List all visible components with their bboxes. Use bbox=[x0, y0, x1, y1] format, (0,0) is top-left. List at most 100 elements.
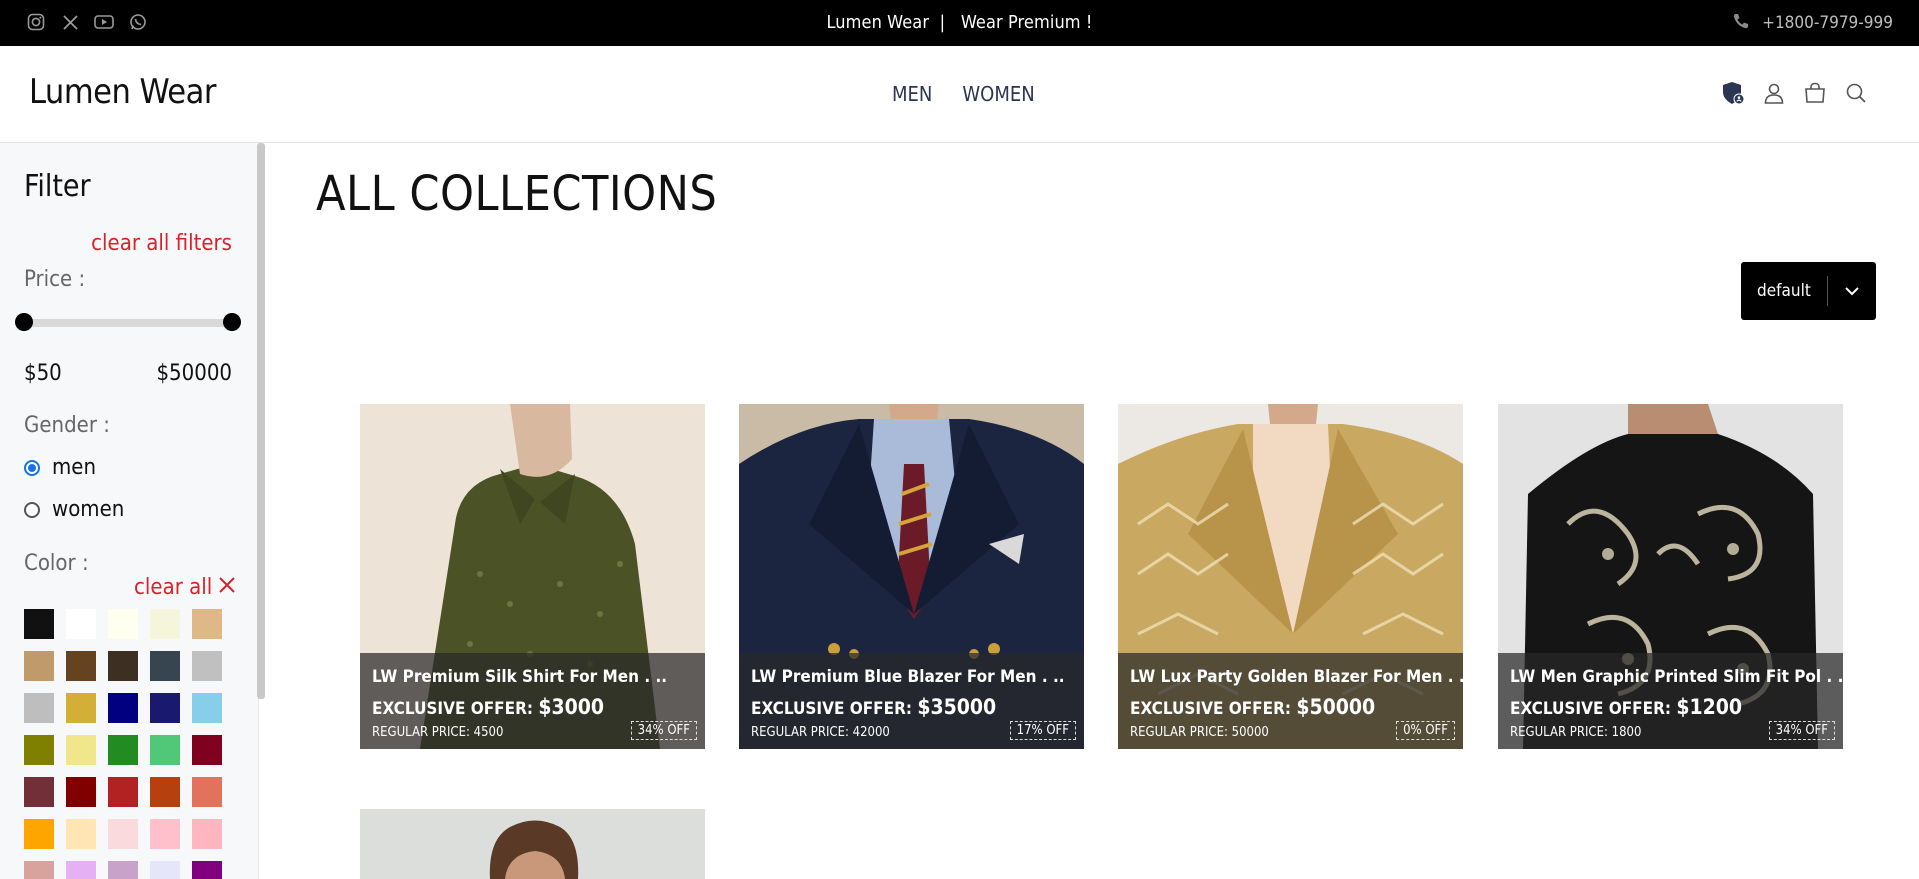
radio-men[interactable] bbox=[24, 459, 40, 476]
gender-men-label: men bbox=[52, 455, 97, 480]
product-name: LW Premium Silk Shirt For Men . .. bbox=[372, 667, 668, 687]
user-icon[interactable] bbox=[1761, 80, 1787, 106]
color-swatch[interactable] bbox=[108, 735, 138, 765]
color-swatch[interactable] bbox=[150, 735, 180, 765]
product-name: LW Premium Blue Blazer For Men . .. bbox=[751, 667, 1065, 687]
gender-label: Gender : bbox=[24, 413, 110, 438]
site-header: Lumen Wear MEN WOMEN bbox=[0, 46, 1919, 143]
color-swatch[interactable] bbox=[66, 735, 96, 765]
color-swatch[interactable] bbox=[108, 651, 138, 681]
color-swatch[interactable] bbox=[24, 735, 54, 765]
nav-men[interactable]: MEN bbox=[892, 82, 932, 106]
regular-price: REGULAR PRICE: 4500 bbox=[372, 725, 504, 740]
color-swatch[interactable] bbox=[108, 861, 138, 879]
filter-sidebar: Filter clear all filters Price : $50 $50… bbox=[0, 143, 259, 879]
color-swatch[interactable] bbox=[66, 651, 96, 681]
regular-price: REGULAR PRICE: 42000 bbox=[751, 725, 890, 740]
main-nav: MEN WOMEN bbox=[892, 82, 1035, 106]
color-swatch[interactable] bbox=[24, 609, 54, 639]
regular-price: REGULAR PRICE: 50000 bbox=[1130, 725, 1269, 740]
color-swatch[interactable] bbox=[150, 777, 180, 807]
page-title: ALL COLLECTIONS bbox=[316, 166, 718, 222]
price-min-handle[interactable] bbox=[15, 313, 33, 331]
color-swatch[interactable] bbox=[192, 819, 222, 849]
product-info: LW Men Graphic Printed Slim Fit Pol . ..… bbox=[1498, 653, 1843, 749]
product-offer: EXCLUSIVE OFFER: $50000 bbox=[1130, 695, 1376, 719]
product-name: LW Lux Party Golden Blazer For Men . .. bbox=[1130, 667, 1463, 687]
offer-price: $35000 bbox=[917, 695, 997, 719]
color-swatch[interactable] bbox=[66, 693, 96, 723]
color-swatch[interactable] bbox=[66, 819, 96, 849]
product-offer: EXCLUSIVE OFFER: $3000 bbox=[372, 695, 605, 719]
product-offer: EXCLUSIVE OFFER: $1200 bbox=[1510, 695, 1743, 719]
phone-contact[interactable]: +1800-7979-999 bbox=[1732, 0, 1893, 46]
offer-price: $50000 bbox=[1296, 695, 1376, 719]
shield-user-icon[interactable] bbox=[1720, 80, 1746, 106]
color-swatch[interactable] bbox=[150, 861, 180, 879]
regular-price: REGULAR PRICE: 1800 bbox=[1510, 725, 1642, 740]
color-label: Color : bbox=[24, 551, 89, 576]
gender-women-label: women bbox=[52, 497, 125, 522]
clear-all-filters-link[interactable]: clear all filters bbox=[91, 231, 232, 256]
color-swatch[interactable] bbox=[192, 693, 222, 723]
color-swatch[interactable] bbox=[108, 609, 138, 639]
chevron-down-icon bbox=[1828, 286, 1876, 296]
phone-number: +1800-7979-999 bbox=[1762, 13, 1893, 33]
price-slider-track[interactable] bbox=[24, 319, 232, 327]
search-icon[interactable] bbox=[1843, 80, 1869, 106]
color-swatch[interactable] bbox=[192, 609, 222, 639]
sort-value: default bbox=[1757, 281, 1811, 301]
offer-price: $3000 bbox=[538, 695, 605, 719]
discount-badge: 0% OFF bbox=[1396, 721, 1455, 740]
color-swatch[interactable] bbox=[24, 651, 54, 681]
color-swatches bbox=[24, 609, 222, 879]
filter-title: Filter bbox=[24, 169, 91, 204]
color-swatch[interactable] bbox=[24, 777, 54, 807]
color-swatch[interactable] bbox=[108, 819, 138, 849]
color-swatch[interactable] bbox=[24, 693, 54, 723]
bag-icon[interactable] bbox=[1802, 80, 1828, 106]
nav-women[interactable]: WOMEN bbox=[962, 82, 1034, 106]
discount-badge: 34% OFF bbox=[630, 721, 697, 740]
product-card[interactable]: LW Premium Blue Blazer For Men . .. EXCL… bbox=[739, 404, 1084, 749]
close-icon bbox=[218, 575, 236, 600]
clear-color-link[interactable]: clear all bbox=[134, 575, 236, 600]
product-info: LW Premium Blue Blazer For Men . .. EXCL… bbox=[739, 653, 1084, 749]
color-swatch[interactable] bbox=[192, 651, 222, 681]
color-swatch[interactable] bbox=[150, 819, 180, 849]
color-swatch[interactable] bbox=[150, 609, 180, 639]
brand-logo[interactable]: Lumen Wear bbox=[29, 72, 216, 112]
sidebar-scrollbar[interactable] bbox=[257, 143, 265, 699]
product-offer: EXCLUSIVE OFFER: $35000 bbox=[751, 695, 997, 719]
announcement-bar: Lumen Wear | Wear Premium ! +1800-7979-9… bbox=[0, 0, 1919, 46]
product-card[interactable]: LW Lux Party Golden Blazer For Men . .. … bbox=[1118, 404, 1463, 749]
product-card[interactable] bbox=[360, 809, 705, 879]
color-swatch[interactable] bbox=[24, 861, 54, 879]
color-swatch[interactable] bbox=[108, 777, 138, 807]
price-label: Price : bbox=[24, 267, 86, 292]
color-swatch[interactable] bbox=[150, 651, 180, 681]
color-swatch[interactable] bbox=[24, 819, 54, 849]
color-swatch[interactable] bbox=[66, 861, 96, 879]
product-image bbox=[360, 809, 705, 879]
phone-icon bbox=[1732, 12, 1750, 35]
discount-badge: 17% OFF bbox=[1009, 721, 1076, 740]
color-swatch[interactable] bbox=[192, 861, 222, 879]
color-swatch[interactable] bbox=[66, 609, 96, 639]
header-icons bbox=[1720, 80, 1869, 106]
color-swatch[interactable] bbox=[108, 693, 138, 723]
offer-price: $1200 bbox=[1676, 695, 1743, 719]
product-info: LW Lux Party Golden Blazer For Men . .. … bbox=[1118, 653, 1463, 749]
color-swatch[interactable] bbox=[150, 693, 180, 723]
gender-option-men[interactable]: men bbox=[24, 455, 96, 480]
color-swatch[interactable] bbox=[66, 777, 96, 807]
product-card[interactable]: LW Premium Silk Shirt For Men . .. EXCLU… bbox=[360, 404, 705, 749]
color-swatch[interactable] bbox=[192, 777, 222, 807]
sort-dropdown[interactable]: default bbox=[1741, 262, 1876, 320]
product-name: LW Men Graphic Printed Slim Fit Pol . .. bbox=[1510, 667, 1843, 687]
radio-women[interactable] bbox=[24, 501, 40, 518]
color-swatch[interactable] bbox=[192, 735, 222, 765]
price-max-handle[interactable] bbox=[223, 313, 241, 331]
gender-option-women[interactable]: women bbox=[24, 497, 124, 522]
product-card[interactable]: LW Men Graphic Printed Slim Fit Pol . ..… bbox=[1498, 404, 1843, 749]
